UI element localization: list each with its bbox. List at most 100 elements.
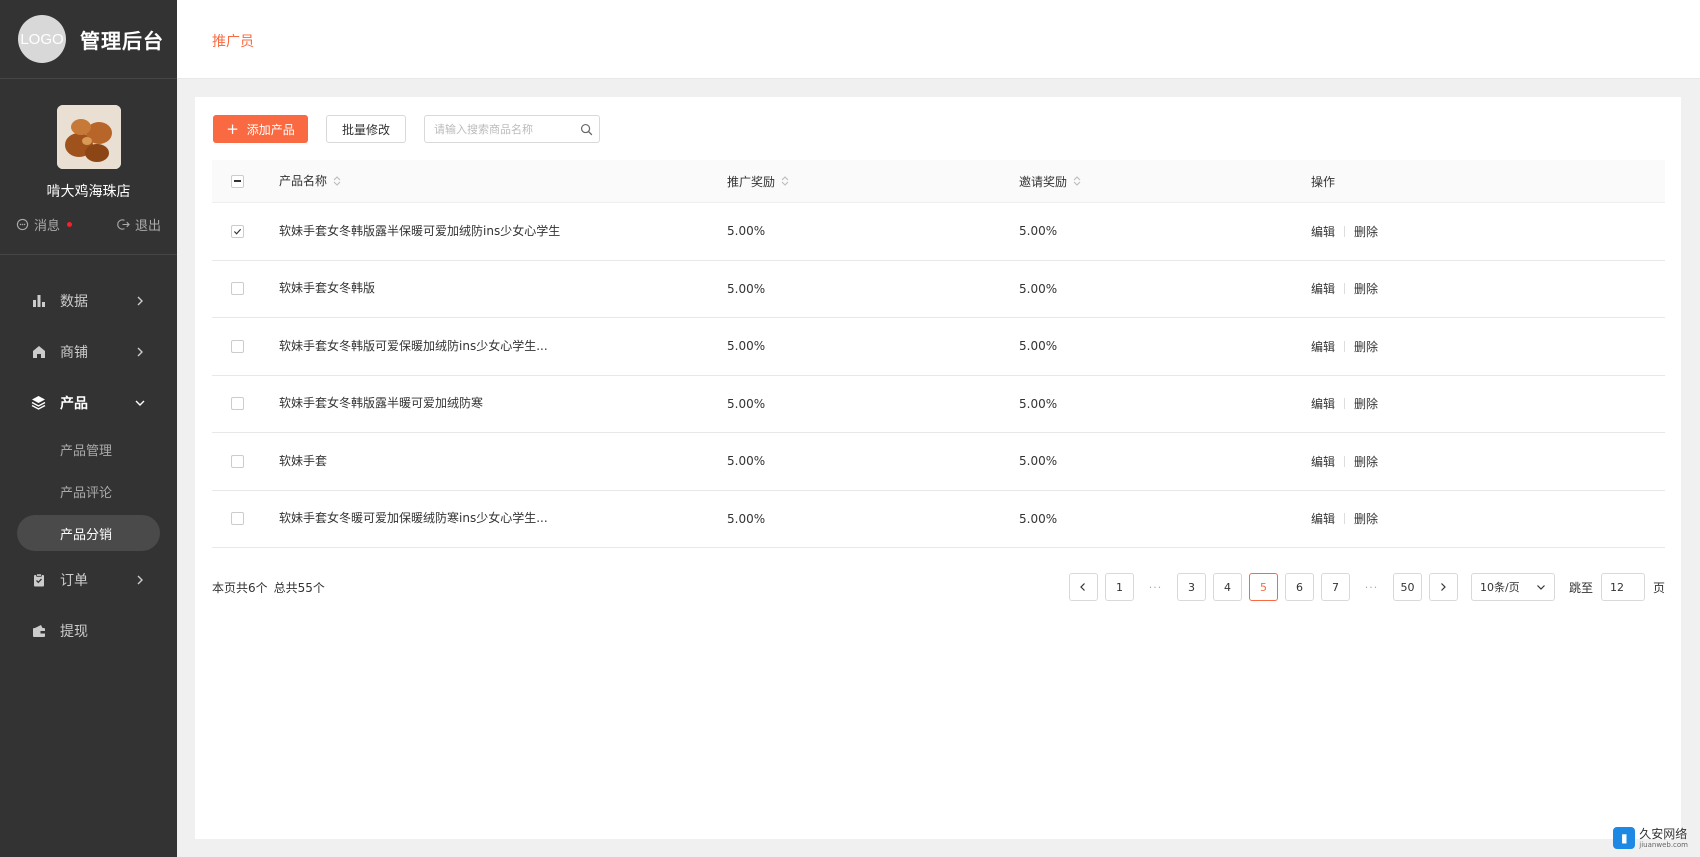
wallet-icon (31, 623, 46, 638)
row-checkbox[interactable] (231, 512, 244, 526)
page-button-1[interactable]: 1 (1104, 573, 1134, 601)
delete-link[interactable]: 删除 (1354, 280, 1378, 297)
cell-invite-reward: 5.00% (1019, 339, 1058, 354)
edit-link[interactable]: 编辑 (1311, 395, 1335, 412)
delete-link[interactable]: 删除 (1354, 395, 1378, 412)
row-checkbox-checked[interactable] (231, 224, 244, 238)
page-button-5-current[interactable]: 5 (1248, 573, 1278, 601)
sidebar-item-data[interactable]: 数据 (0, 275, 177, 326)
chevron-right-icon (137, 575, 143, 584)
sort-icon (781, 176, 789, 186)
total-count-text: 总共55个 (273, 580, 325, 595)
divider (1344, 283, 1346, 295)
page-size-select[interactable]: 10条/页 (1470, 573, 1555, 601)
delete-link[interactable]: 删除 (1354, 510, 1378, 527)
sidebar-subitem-product-distribution[interactable]: 产品分销 (17, 515, 160, 551)
search-icon[interactable] (580, 123, 593, 136)
page-size-value: 10条/页 (1479, 581, 1520, 594)
sidebar-item-product[interactable]: 产品 (0, 377, 177, 428)
page-ellipsis-next[interactable]: ··· (1357, 581, 1386, 594)
column-header-label: 产品名称 (279, 173, 328, 188)
brand: LOGO 管理后台 (0, 0, 177, 79)
row-checkbox[interactable] (231, 339, 244, 353)
sidebar-item-label: 订单 (60, 572, 88, 589)
cell-product-name: 软妹手套女冬韩版露半暖可爱加绒防寒 (279, 396, 484, 411)
edit-link[interactable]: 编辑 (1311, 223, 1335, 240)
row-checkbox[interactable] (231, 282, 244, 296)
watermark: ▮ 久安网络 jiuanweb.com (1613, 827, 1688, 849)
search-input[interactable] (434, 122, 580, 136)
plus-icon: + (226, 119, 239, 138)
column-header-label: 邀请奖励 (1019, 174, 1068, 189)
table-footer: 本页共6个 总共55个 1 ··· 3 4 5 6 7 ··· 50 10条/页… (212, 572, 1665, 602)
sidebar-subitem-label: 产品评论 (60, 485, 113, 501)
cell-invite-reward: 5.00% (1019, 224, 1058, 239)
home-icon (31, 344, 46, 359)
page-header: 推广员 (177, 0, 1700, 79)
message-icon (16, 218, 29, 231)
cell-promo-reward: 5.00% (727, 224, 766, 239)
edit-link[interactable]: 编辑 (1311, 280, 1335, 297)
table-row: 软妹手套女冬暖可爱加保暖绒防寒ins少女心学生... 5.00% 5.00% 编… (212, 491, 1665, 548)
pagination: 1 ··· 3 4 5 6 7 ··· 50 10条/页 跳至 页 (1068, 573, 1665, 601)
toolbar: + 添加产品 批量修改 (213, 115, 600, 143)
chevron-down-icon (135, 400, 145, 406)
sidebar-item-orders[interactable]: 订单 (0, 554, 177, 605)
select-all-checkbox[interactable] (231, 174, 244, 188)
page-button-3[interactable]: 3 (1176, 573, 1206, 601)
delete-link[interactable]: 删除 (1354, 453, 1378, 470)
summary: 本页共6个 总共55个 (212, 579, 325, 596)
logout-icon (117, 219, 130, 230)
avatar[interactable] (56, 105, 121, 169)
delete-link[interactable]: 删除 (1354, 338, 1378, 355)
row-checkbox[interactable] (231, 397, 244, 411)
brand-title: 管理后台 (80, 28, 164, 53)
row-checkbox[interactable] (231, 454, 244, 468)
page-button-50[interactable]: 50 (1392, 573, 1422, 601)
prev-page-button[interactable] (1068, 573, 1098, 601)
search-box (424, 115, 600, 143)
page-button-7[interactable]: 7 (1320, 573, 1350, 601)
column-header-ops: 操作 (1311, 174, 1336, 189)
cell-invite-reward: 5.00% (1019, 454, 1058, 469)
product-table: 产品名称 推广奖励 邀请奖励 操作 软妹手套女冬韩版露半保暖可爱加绒防ins少女… (212, 160, 1665, 548)
page-ellipsis-prev[interactable]: ··· (1141, 581, 1170, 594)
column-header-promo[interactable]: 推广奖励 (727, 173, 789, 190)
edit-link[interactable]: 编辑 (1311, 453, 1335, 470)
messages-link[interactable]: 消息 (16, 215, 73, 234)
sidebar-item-withdraw[interactable]: 提现 (0, 605, 177, 656)
sidebar-item-label: 提现 (60, 623, 88, 640)
divider (1344, 225, 1346, 237)
edit-link[interactable]: 编辑 (1311, 510, 1335, 527)
cell-product-name: 软妹手套 (279, 453, 328, 468)
logout-link[interactable]: 退出 (117, 215, 161, 234)
sidebar-subitem-product-manage[interactable]: 产品管理 (17, 428, 160, 470)
edit-link[interactable]: 编辑 (1311, 338, 1335, 355)
add-product-button[interactable]: + 添加产品 (213, 115, 308, 143)
jump-label: 跳至 (1568, 580, 1593, 595)
sort-icon (333, 176, 341, 186)
cell-promo-reward: 5.00% (727, 339, 766, 354)
batch-edit-button[interactable]: 批量修改 (326, 115, 406, 143)
chevron-right-icon (137, 296, 143, 305)
delete-link[interactable]: 删除 (1354, 223, 1378, 240)
page-button-6[interactable]: 6 (1284, 573, 1314, 601)
sidebar-subitem-product-reviews[interactable]: 产品评论 (17, 470, 160, 512)
cell-invite-reward: 5.00% (1019, 511, 1058, 526)
next-page-button[interactable] (1428, 573, 1458, 601)
column-header-invite[interactable]: 邀请奖励 (1019, 173, 1081, 190)
cell-invite-reward: 5.00% (1019, 281, 1058, 296)
chevron-right-icon (1441, 583, 1447, 591)
page-button-4[interactable]: 4 (1212, 573, 1242, 601)
shop-name: 啃大鸡海珠店 (46, 184, 131, 200)
page-title[interactable]: 推广员 (212, 31, 254, 51)
sidebar-item-label: 数据 (60, 293, 88, 310)
sidebar-item-shop[interactable]: 商铺 (0, 326, 177, 377)
column-header-name[interactable]: 产品名称 (279, 174, 341, 189)
sidebar-subitem-label: 产品管理 (60, 443, 113, 459)
bar-chart-icon (31, 293, 46, 308)
cell-product-name: 软妹手套女冬暖可爱加保暖绒防寒ins少女心学生... (279, 511, 548, 526)
sidebar: LOGO 管理后台 啃大鸡海珠店 消息 退出 数据 商铺 产品 产品管理 产品评… (0, 0, 177, 857)
watermark-logo-icon: ▮ (1613, 827, 1636, 849)
jump-page-input[interactable] (1600, 573, 1645, 601)
